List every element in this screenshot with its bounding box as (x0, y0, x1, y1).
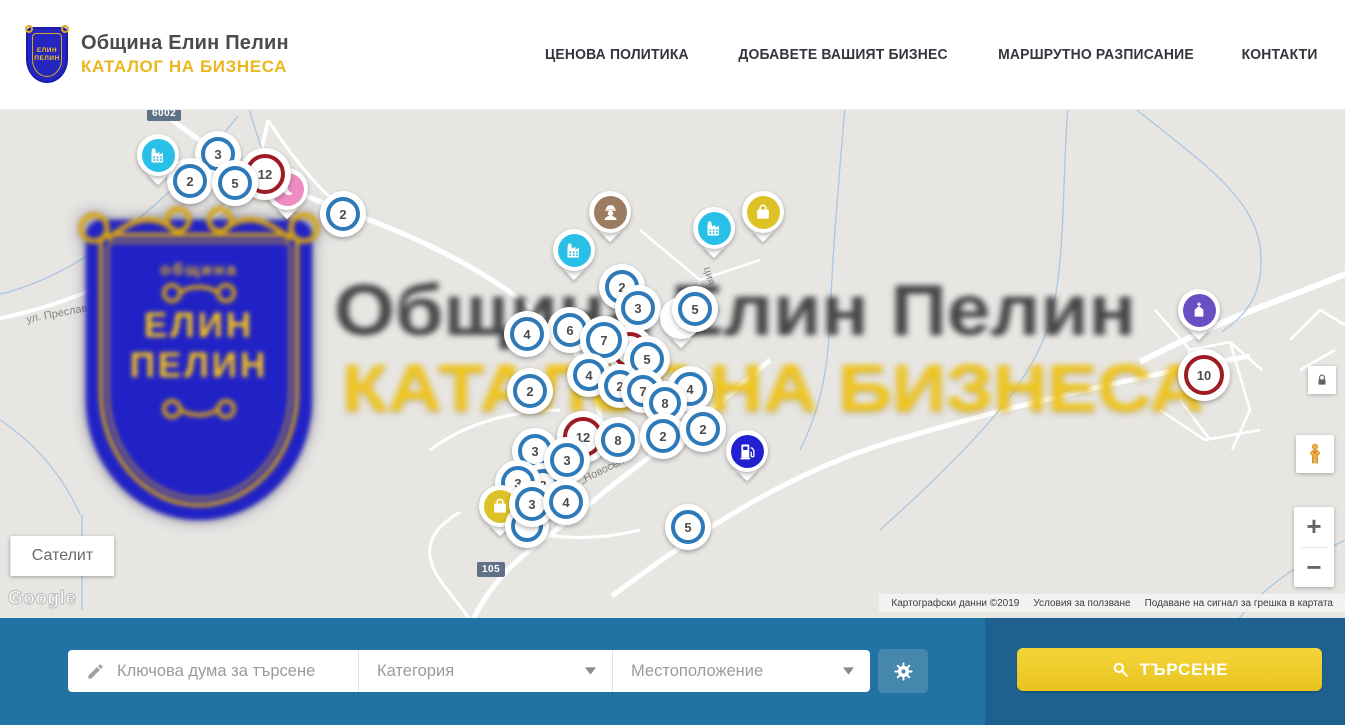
cluster-marker[interactable]: 2 (320, 191, 366, 237)
nav-route-schedule[interactable]: МАРШРУТНО РАЗПИСАНИЕ (998, 47, 1194, 63)
main-nav: ЦЕНОВА ПОЛИТИКА ДОБАВЕТЕ ВАШИЯТ БИЗНЕС М… (542, 47, 1319, 63)
cluster-marker[interactable]: 5 (672, 286, 718, 332)
pin-head (726, 430, 768, 472)
cluster-count: 5 (678, 292, 712, 326)
google-logo[interactable]: Google (8, 588, 76, 610)
fuel-icon (731, 435, 764, 468)
cluster-count: 4 (549, 485, 583, 519)
cluster-count: 2 (686, 412, 720, 446)
cluster-marker[interactable]: 5 (212, 160, 258, 206)
pin-head (589, 191, 631, 233)
cluster-count: 5 (218, 166, 252, 200)
pegman-button[interactable] (1296, 435, 1334, 473)
zoom-out-button[interactable]: − (1294, 548, 1334, 588)
cluster-marker[interactable]: 4 (543, 479, 589, 525)
factory-icon (698, 212, 731, 245)
pin-head (137, 134, 179, 176)
cluster-marker[interactable]: 10 (1178, 349, 1230, 401)
nav-contacts[interactable]: КОНТАКТИ (1241, 47, 1317, 63)
cluster-count: 3 (550, 443, 584, 477)
cluster-marker[interactable]: 3 (544, 437, 590, 483)
cluster-marker[interactable]: 2 (680, 406, 726, 452)
location-select[interactable]: Местоположение (612, 650, 870, 692)
cluster-count: 2 (646, 419, 680, 453)
cluster-count: 2 (513, 374, 547, 408)
cluster-count: 2 (326, 197, 360, 231)
pencil-icon (86, 662, 105, 681)
header: ЕЛИН ПЕЛИН Община Елин Пелин КАТАЛОГ НА … (0, 0, 1345, 110)
crest-text: ЕЛИН (37, 47, 57, 55)
fuel-pin[interactable] (726, 430, 768, 472)
worker-icon (594, 196, 627, 229)
category-select[interactable]: Категория (358, 650, 612, 692)
pegman-icon (1303, 442, 1327, 466)
chevron-down-icon (585, 667, 596, 675)
zoom-control: + − (1294, 507, 1334, 587)
zoom-in-button[interactable]: + (1294, 507, 1334, 547)
cluster-count: 8 (601, 423, 635, 457)
factory-icon (142, 139, 175, 172)
attribution-copyright: Картографски данни ©2019 (884, 598, 1026, 609)
factory-pin[interactable] (553, 229, 595, 271)
church-pin[interactable] (1178, 289, 1220, 331)
site-logo[interactable]: ЕЛИН ПЕЛИН Община Елин Пелин КАТАЛОГ НА … (26, 27, 289, 83)
search-button[interactable]: ТЪРСЕНЕ (1017, 648, 1322, 691)
cluster-marker[interactable]: 5 (665, 504, 711, 550)
marker-layer: 1232522356417542274812822383334510 (0, 110, 1345, 618)
site-title: Община Елин Пелин (81, 32, 289, 55)
google-map[interactable]: 6002 105 ул. Преслав бул. „Новосел ция о… (0, 110, 1345, 618)
search-bar: ТЪРСЕНЕ Категория Местоположение (0, 618, 1345, 725)
map-type-satellite-button[interactable]: Сателит (10, 536, 114, 576)
worker-pin[interactable] (589, 191, 631, 233)
chevron-down-icon (843, 667, 854, 675)
pin-head (693, 207, 735, 249)
gear-icon (893, 661, 914, 682)
municipality-crest-icon: ЕЛИН ПЕЛИН (26, 27, 68, 83)
lock-button[interactable] (1308, 366, 1336, 394)
map-type-control: Карта Сателит (10, 536, 114, 576)
nav-add-business[interactable]: ДОБАВЕТЕ ВАШИЯТ БИЗНЕС (738, 47, 947, 63)
cluster-count: 5 (671, 510, 705, 544)
lock-icon (1315, 373, 1329, 387)
pin-head (742, 191, 784, 233)
cluster-count: 4 (510, 317, 544, 351)
pin-head (553, 229, 595, 271)
bag-pin[interactable] (742, 191, 784, 233)
site-subtitle: КАТАЛОГ НА БИЗНЕСА (81, 57, 289, 77)
cluster-count: 10 (1184, 355, 1224, 395)
terms-link[interactable]: Условия за ползване (1026, 598, 1137, 609)
factory-icon (558, 234, 591, 267)
nav-pricing-policy[interactable]: ЦЕНОВА ПОЛИТИКА (545, 47, 689, 63)
settings-button[interactable] (878, 649, 928, 693)
search-button-panel: ТЪРСЕНЕ (985, 618, 1345, 725)
cluster-marker[interactable]: 4 (504, 311, 550, 357)
search-icon (1111, 660, 1130, 679)
cluster-count: 3 (621, 291, 655, 325)
church-icon (1183, 294, 1216, 327)
keyword-input[interactable] (117, 662, 347, 681)
factory-pin[interactable] (693, 207, 735, 249)
search-fields: Категория Местоположение (68, 650, 870, 692)
cluster-marker[interactable]: 2 (640, 413, 686, 459)
report-error-link[interactable]: Подаване на сигнал за грешка в картата (1138, 598, 1340, 609)
pin-head (1178, 289, 1220, 331)
cluster-marker[interactable]: 8 (595, 417, 641, 463)
cluster-marker[interactable]: 2 (507, 368, 553, 414)
bag-icon (747, 196, 780, 229)
factory-pin[interactable] (137, 134, 179, 176)
map-attribution: Картографски данни ©2019 Условия за полз… (879, 594, 1345, 612)
